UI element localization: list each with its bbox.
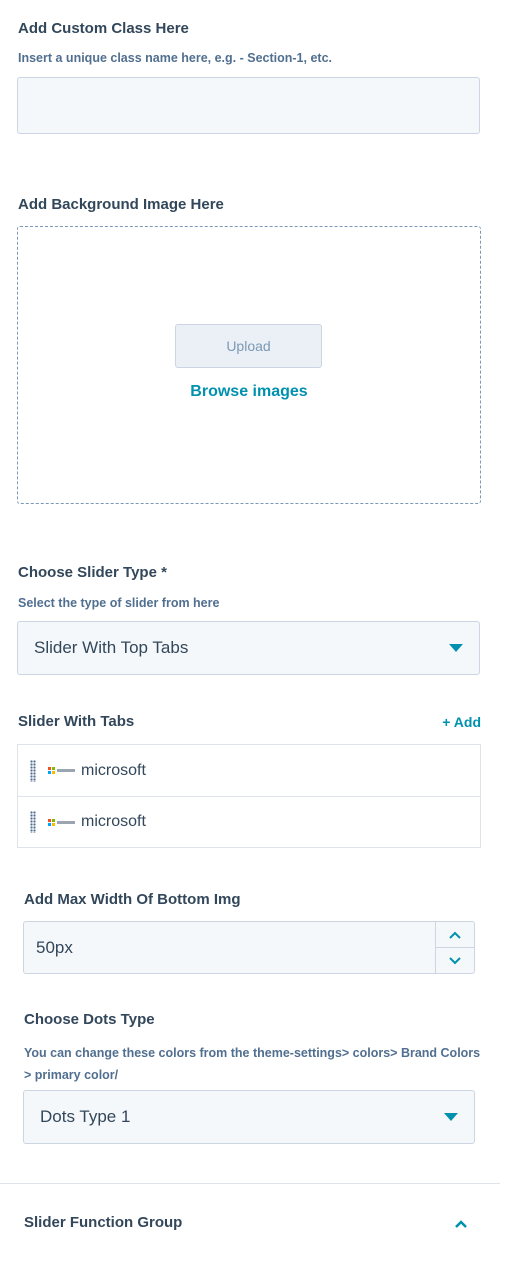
number-stepper[interactable] [435, 922, 474, 973]
chevron-down-icon [444, 1113, 458, 1121]
drag-handle-icon[interactable] [30, 759, 36, 782]
list-item[interactable]: microsoft [18, 796, 480, 847]
list-item[interactable]: microsoft [18, 745, 480, 796]
custom-class-help: Insert a unique class name here, e.g. - … [18, 51, 332, 65]
max-width-label: Add Max Width Of Bottom Img [24, 891, 241, 908]
image-dropzone[interactable]: Upload Browse images [17, 226, 481, 504]
slider-type-value: Slider With Top Tabs [34, 638, 189, 657]
decrement-button[interactable] [436, 948, 474, 973]
custom-class-label: Add Custom Class Here [18, 20, 189, 37]
list-item-label: microsoft [81, 813, 146, 830]
add-tab-button[interactable]: + Add [442, 714, 481, 730]
slider-tabs-list: microsoft microsoft [17, 744, 481, 848]
microsoft-logo-icon [48, 767, 75, 774]
function-group-label: Slider Function Group [24, 1214, 183, 1231]
collapse-group-button[interactable] [454, 1216, 468, 1234]
upload-button[interactable]: Upload [175, 324, 322, 368]
slider-tabs-label: Slider With Tabs [18, 713, 135, 730]
increment-button[interactable] [436, 922, 474, 948]
dots-type-label: Choose Dots Type [24, 1011, 155, 1028]
dots-type-value: Dots Type 1 [40, 1107, 131, 1126]
list-item-label: microsoft [81, 761, 146, 779]
chevron-up-icon [455, 1220, 467, 1228]
section-divider [0, 1183, 500, 1184]
max-width-input[interactable]: 50px [23, 921, 475, 974]
browse-images-link[interactable]: Browse images [18, 383, 480, 401]
drag-handle-icon[interactable] [30, 811, 36, 833]
dots-type-help: You can change these colors from the the… [24, 1046, 481, 1082]
custom-class-input[interactable] [17, 77, 480, 134]
chevron-down-icon [449, 956, 461, 964]
dots-type-select[interactable]: Dots Type 1 [23, 1090, 475, 1144]
background-image-label: Add Background Image Here [18, 196, 224, 213]
slider-type-select[interactable]: Slider With Top Tabs [17, 621, 480, 675]
chevron-up-icon [449, 931, 461, 939]
microsoft-logo-icon [48, 818, 75, 826]
slider-type-label: Choose Slider Type * [18, 564, 167, 581]
chevron-down-icon [449, 644, 463, 652]
slider-type-help: Select the type of slider from here [18, 596, 220, 610]
max-width-value[interactable]: 50px [24, 922, 435, 973]
